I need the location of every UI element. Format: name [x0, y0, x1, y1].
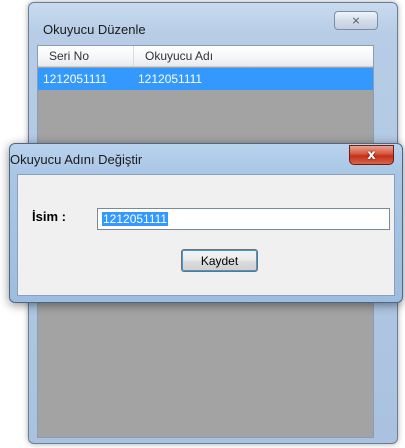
- name-label: İsim :: [32, 209, 66, 224]
- cell-okuyucu-adi: 1212051111: [138, 72, 203, 86]
- okuyucu-adini-degistir-dialog: Okuyucu Adını Değiştir x İsim : 12120511…: [9, 143, 403, 303]
- dialog-close-button[interactable]: x: [349, 145, 394, 165]
- close-icon: ⨯: [351, 14, 361, 27]
- close-icon: x: [367, 147, 376, 163]
- save-button[interactable]: Kaydet: [181, 249, 258, 272]
- dialog-title: Okuyucu Adını Değiştir: [10, 152, 143, 167]
- dialog-content: İsim : 1212051111 Kaydet: [17, 174, 395, 296]
- name-input-value: 1212051111: [102, 212, 169, 226]
- close-button[interactable]: ⨯: [334, 11, 378, 30]
- window-title: Okuyucu Düzenle: [43, 22, 146, 37]
- name-input[interactable]: 1212051111: [97, 208, 390, 230]
- list-row[interactable]: 1212051111 1212051111: [38, 68, 373, 90]
- cell-seri-no: 1212051111: [43, 72, 108, 86]
- column-header-okuyucu-adi[interactable]: Okuyucu Adı: [134, 46, 374, 66]
- list-header: Seri No Okuyucu Adı: [38, 46, 373, 67]
- column-header-seri-no[interactable]: Seri No: [38, 46, 134, 66]
